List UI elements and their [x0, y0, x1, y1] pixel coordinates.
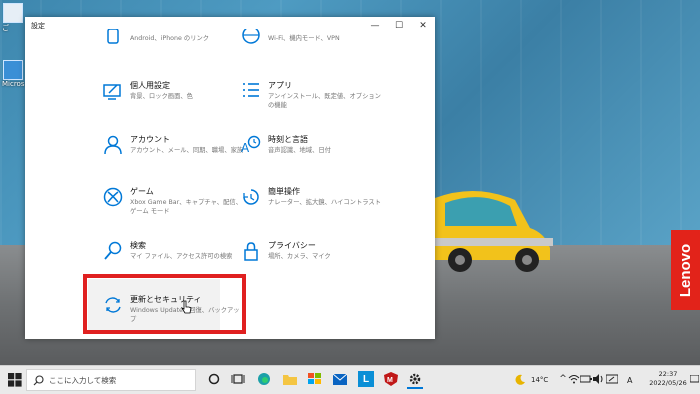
moon-icon — [515, 374, 525, 385]
lenovo-vantage-icon[interactable]: L — [358, 371, 374, 387]
desktop-icon-recycle[interactable]: ご — [2, 3, 24, 33]
globe-icon — [242, 29, 260, 44]
tile-personalization[interactable]: 個人用設定 背景、ロック画面、色 — [103, 79, 243, 123]
edge-icon — [3, 60, 23, 80]
apps-icon — [243, 83, 259, 97]
file-explorer-icon[interactable] — [282, 371, 298, 387]
windows-start-icon[interactable] — [8, 373, 22, 387]
highlight-box — [83, 274, 246, 334]
tile-apps[interactable]: アプリ アンインストール、既定値、オプションの機能 — [241, 79, 381, 123]
desktop-icon-edge[interactable]: Micros — [2, 60, 25, 88]
ease-of-access-icon — [243, 189, 259, 205]
cortana-icon[interactable] — [206, 371, 222, 387]
tile-phone[interactable]: Android、iPhone のリンク — [103, 29, 243, 81]
tile-network[interactable]: Wi-Fi、機内モード、VPN — [241, 29, 381, 81]
tile-gaming[interactable]: ゲーム Xbox Game Bar、キャプチャ、配信、ゲーム モード — [103, 185, 243, 229]
task-view-icon[interactable] — [230, 371, 246, 387]
taskbar: ここに入力して検索 L M 14°C ^ A 22:37 2022/05/26 — [0, 365, 700, 394]
time-language-icon: A — [241, 135, 261, 155]
tile-time-language[interactable]: A 時刻と言語 音声認識、地域、日付 — [241, 133, 381, 177]
lock-icon — [244, 242, 258, 261]
recycle-bin-icon — [3, 3, 23, 23]
phone-icon — [107, 29, 119, 44]
title-bar[interactable]: 設定 — ☐ ✕ — [25, 17, 435, 35]
search-placeholder: ここに入力して検索 — [49, 376, 117, 385]
pen-icon[interactable] — [604, 371, 620, 387]
ime-indicator[interactable]: A — [627, 366, 632, 394]
mcafee-icon[interactable]: M — [383, 371, 399, 387]
window-title: 設定 — [31, 22, 45, 30]
mail-icon[interactable] — [332, 371, 348, 387]
window-controls: — ☐ ✕ — [363, 17, 435, 35]
person-icon — [104, 135, 122, 155]
xbox-icon — [103, 187, 123, 207]
edge-icon[interactable] — [256, 371, 272, 387]
weather-widget[interactable]: 14°C — [514, 366, 548, 394]
taskbar-clock[interactable]: 22:37 2022/05/26 — [646, 370, 690, 388]
settings-gear-icon[interactable] — [407, 371, 423, 389]
lenovo-logo: Lenovo — [671, 230, 700, 310]
search-icon — [33, 375, 44, 386]
minimize-button[interactable]: — — [363, 17, 387, 35]
cursor-icon — [181, 300, 192, 314]
close-button[interactable]: ✕ — [411, 17, 435, 35]
tile-accounts[interactable]: アカウント アカウント、メール、同期、職場、家族 — [103, 133, 243, 177]
taskbar-search-box[interactable]: ここに入力して検索 — [26, 369, 196, 391]
wallpaper-car — [435, 190, 553, 272]
tile-ease-of-access[interactable]: 簡単操作 ナレーター、拡大鏡、ハイコントラスト — [241, 185, 381, 229]
maximize-button[interactable]: ☐ — [387, 17, 411, 35]
store-icon[interactable] — [307, 371, 323, 387]
search-icon — [104, 241, 122, 260]
notification-icon[interactable] — [689, 371, 699, 387]
tile-privacy[interactable]: プライバシー 場所、カメラ、マイク — [241, 239, 381, 283]
personalization-icon — [103, 84, 121, 100]
svg-text:M: M — [387, 377, 393, 384]
